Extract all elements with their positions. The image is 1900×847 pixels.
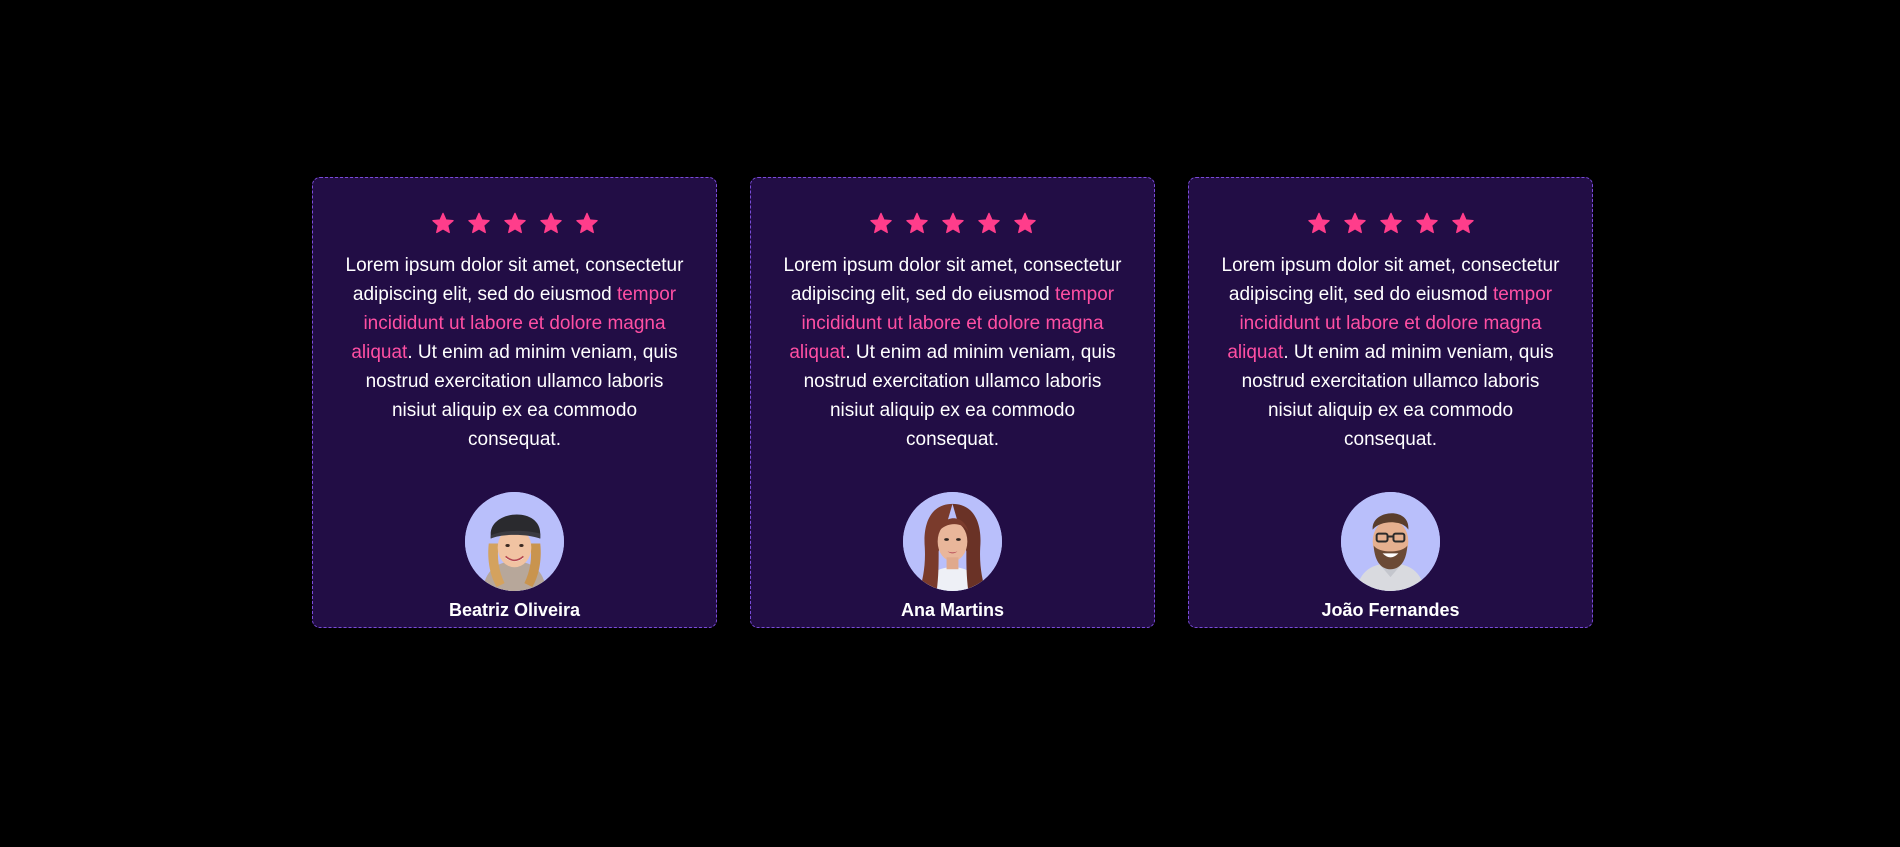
reviewer-name: Ana Martins xyxy=(900,600,1005,620)
testimonial-text-end: . Ut enim ad minim veniam, quis nostrud … xyxy=(365,342,678,450)
testimonial-text: Lorem ipsum dolor sit amet, consectetur … xyxy=(345,251,685,454)
star-icon xyxy=(1012,211,1038,237)
reviewer-name: Beatriz Oliveira xyxy=(448,600,581,620)
testimonial-text-end: . Ut enim ad minim veniam, quis nostrud … xyxy=(803,342,1116,450)
testimonial-card: Lorem ipsum dolor sit amet, consectetur … xyxy=(312,177,717,628)
avatar xyxy=(465,492,564,591)
star-icon xyxy=(466,211,492,237)
testimonial-card: Lorem ipsum dolor sit amet, consectetur … xyxy=(1188,177,1593,628)
star-icon xyxy=(976,211,1002,237)
testimonial-text: Lorem ipsum dolor sit amet, consectetur … xyxy=(1221,251,1561,454)
avatar-photo-woman-beanie xyxy=(465,492,564,591)
star-icon xyxy=(1414,211,1440,237)
testimonial-text: Lorem ipsum dolor sit amet, consectetur … xyxy=(783,251,1123,454)
star-icon xyxy=(502,211,528,237)
star-icon xyxy=(538,211,564,237)
avatar xyxy=(903,492,1002,591)
testimonials-section: Lorem ipsum dolor sit amet, consectetur … xyxy=(0,0,1900,847)
star-icon xyxy=(904,211,930,237)
star-rating xyxy=(1306,211,1476,237)
star-icon xyxy=(1342,211,1368,237)
reviewer-name: João Fernandes xyxy=(1321,600,1460,620)
testimonial-text-end: . Ut enim ad minim veniam, quis nostrud … xyxy=(1241,342,1554,450)
star-icon xyxy=(574,211,600,237)
testimonial-card: Lorem ipsum dolor sit amet, consectetur … xyxy=(750,177,1155,628)
star-icon xyxy=(940,211,966,237)
avatar-photo-woman-auburn-hair xyxy=(903,492,1002,591)
testimonial-cards: Lorem ipsum dolor sit amet, consectetur … xyxy=(312,177,1593,628)
avatar-photo-man-glasses xyxy=(1341,492,1440,591)
star-icon xyxy=(1306,211,1332,237)
star-icon xyxy=(430,211,456,237)
star-rating xyxy=(868,211,1038,237)
star-icon xyxy=(1450,211,1476,237)
star-rating xyxy=(430,211,600,237)
star-icon xyxy=(1378,211,1404,237)
star-icon xyxy=(868,211,894,237)
avatar xyxy=(1341,492,1440,591)
